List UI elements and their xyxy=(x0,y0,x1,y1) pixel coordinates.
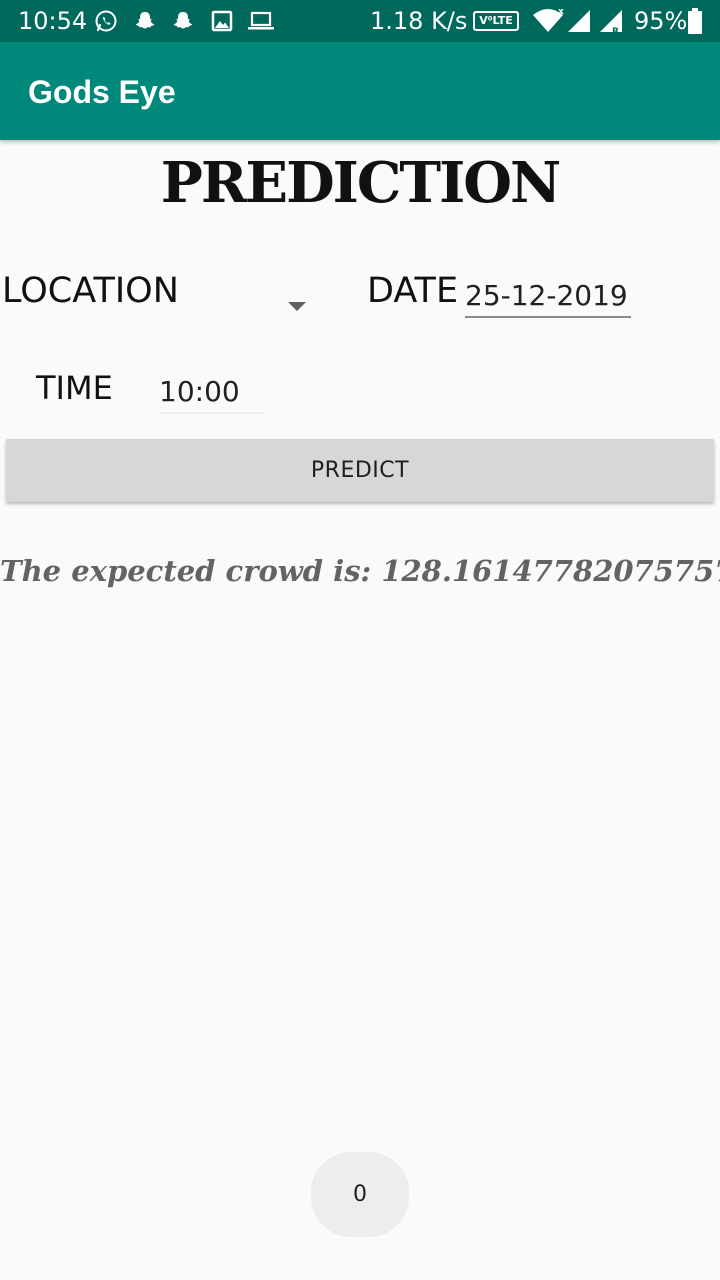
snapchat-icon xyxy=(173,12,193,29)
whatsapp-icon xyxy=(95,10,117,32)
time-label: TIME xyxy=(36,369,113,407)
result-text: The expected crowd is: 128.1614778207575… xyxy=(0,554,720,588)
snapchat-icon xyxy=(135,12,155,29)
roaming-signal-icon: R xyxy=(600,10,622,36)
laptop-icon xyxy=(248,11,274,30)
battery-percent: 95% xyxy=(634,7,688,35)
volte-badge: V⁰LTE xyxy=(473,11,519,31)
predict-button[interactable]: PREDICT xyxy=(6,439,714,502)
chevron-down-icon[interactable] xyxy=(288,302,306,311)
gallery-icon xyxy=(211,10,233,32)
status-bar: 10:54 1.18 K/s V⁰LTE x R 95% xyxy=(0,0,720,42)
toast-message: 0 xyxy=(311,1152,409,1237)
svg-text:x: x xyxy=(558,7,564,17)
status-time: 10:54 xyxy=(18,7,88,35)
network-speed: 1.18 K/s xyxy=(370,7,468,35)
date-input[interactable] xyxy=(465,274,631,318)
signal-icon xyxy=(568,10,590,32)
app-title: Gods Eye xyxy=(28,74,176,110)
page-title: PREDICTION xyxy=(160,150,562,216)
svg-text:R: R xyxy=(612,27,619,36)
battery-icon xyxy=(688,8,702,34)
location-label: LOCATION xyxy=(2,271,179,311)
time-input[interactable] xyxy=(159,370,265,414)
app-bar: Gods Eye xyxy=(0,42,720,140)
date-label: DATE xyxy=(367,271,459,311)
wifi-icon: x xyxy=(533,7,564,32)
